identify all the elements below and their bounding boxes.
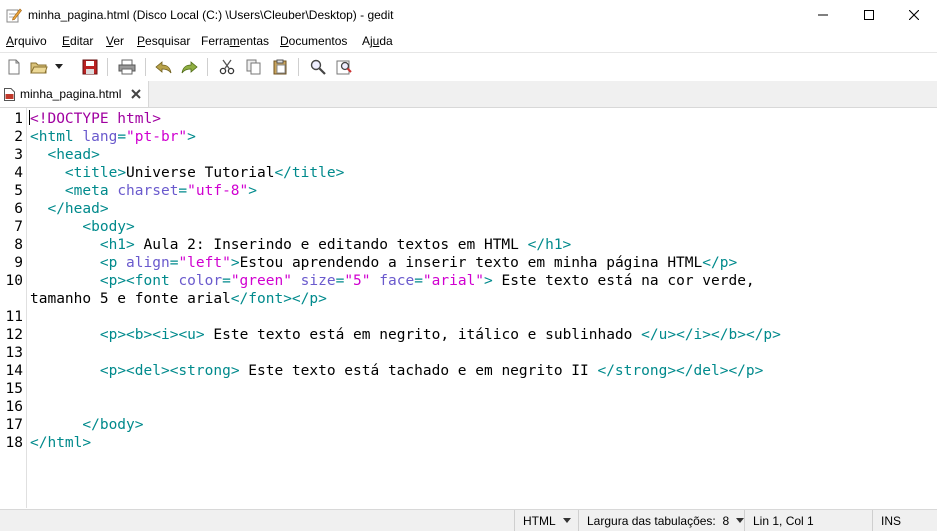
line-number: 2 [14,129,23,145]
line-number: 15 [5,381,23,397]
save-button[interactable] [80,57,100,77]
menu-bar: Arquivo Editar Ver Pesquisar Ferramentas… [0,31,937,51]
maximize-icon [864,10,874,20]
print-button[interactable] [117,57,137,77]
code-line[interactable]: <h1> Aula 2: Inserindo e editando textos… [30,236,571,254]
maximize-button[interactable] [846,0,892,30]
code-line[interactable]: <body> [30,218,134,236]
redo-icon [181,61,198,74]
copy-button[interactable] [244,57,264,77]
tab-width-value: 8 [722,513,730,528]
toolbar [0,52,937,81]
line-number: 13 [5,345,23,361]
cut-button[interactable] [217,57,237,77]
open-folder-icon [30,62,48,74]
text-cursor [29,110,30,125]
cut-icon [219,59,235,75]
undo-button[interactable] [154,57,174,77]
status-bar: HTML Largura das tabulações: 8 Lin 1, Co… [0,509,937,531]
text-editor[interactable]: 1 2 3 4 5 6 7 8 9 10 11 12 13 14 15 16 1… [0,108,937,508]
find-button[interactable] [308,57,328,77]
redo-button[interactable] [179,57,199,77]
tab-width-label: Largura das tabulações: [587,513,716,528]
menu-arquivo[interactable]: Arquivo [6,34,47,48]
code-line[interactable]: <title>Universe Tutorial</title> [30,164,344,182]
menu-ajuda[interactable]: Ajuda [362,34,393,48]
toolbar-separator [207,58,208,76]
line-number: 18 [5,435,23,451]
copy-icon [246,59,261,75]
chevron-down-icon [55,64,63,69]
scrollbar-track[interactable] [933,108,937,508]
line-number: 9 [14,255,23,271]
close-window-button[interactable] [891,0,937,30]
line-number: 3 [14,147,23,163]
menu-ver[interactable]: Ver [106,34,124,48]
code-line[interactable]: <p><del><strong> Este texto está tachado… [30,362,764,380]
code-line[interactable]: <p><b><i><u> Este texto está em negrito,… [30,326,781,344]
open-dropdown-button[interactable] [52,57,66,77]
code-line[interactable]: <html lang="pt-br"> [30,128,196,146]
print-icon [118,59,136,75]
line-number-gutter: 1 2 3 4 5 6 7 8 9 10 11 12 13 14 15 16 1… [0,108,27,508]
new-document-button[interactable] [4,57,24,77]
code-line[interactable]: <p align="left">Estou aprendendo a inser… [30,254,737,272]
tab-minha-pagina[interactable]: minha_pagina.html [0,81,149,107]
title-bar: minha_pagina.html (Disco Local (C:) \Use… [0,0,937,30]
code-area[interactable]: <!DOCTYPE html> <html lang="pt-br"> <head… [28,108,933,508]
find-replace-button[interactable] [334,57,354,77]
toolbar-separator [107,58,108,76]
save-icon [82,59,98,75]
find-replace-icon [336,60,352,75]
paste-icon [273,59,287,75]
toolbar-separator [298,58,299,76]
line-number: 7 [14,219,23,235]
close-tab-icon[interactable] [129,87,143,101]
open-button[interactable] [29,57,49,77]
code-line[interactable]: <!DOCTYPE html> [30,110,161,128]
new-document-icon [8,59,20,75]
tab-label: minha_pagina.html [20,87,122,101]
close-icon [909,10,919,20]
line-number: 4 [14,165,23,181]
line-number: 12 [5,327,23,343]
menu-documentos[interactable]: Documentos [280,34,347,48]
gedit-app-icon [6,8,22,23]
menu-editar[interactable]: Editar [62,34,93,48]
menu-ferramentas[interactable]: Ferramentas [201,34,269,48]
line-number: 17 [5,417,23,433]
code-line[interactable]: <p><font color="green" size="5" face="ar… [30,272,755,290]
code-line[interactable]: <head> [30,146,99,164]
document-tab-bar: minha_pagina.html [0,81,937,108]
code-line[interactable]: tamanho 5 e fonte arial</font></p> [30,290,327,308]
minimize-button[interactable] [800,0,846,30]
line-number: 14 [5,363,23,379]
line-number: 1 [14,111,23,127]
line-number: 11 [5,309,23,325]
search-icon [310,59,326,75]
line-number: 8 [14,237,23,253]
code-line[interactable]: </body> [30,416,143,434]
window-title: minha_pagina.html (Disco Local (C:) \Use… [28,8,394,22]
chevron-down-icon [562,518,571,523]
chevron-down-icon [736,518,745,523]
line-number: 6 [14,201,23,217]
menu-pesquisar[interactable]: Pesquisar [137,34,190,48]
code-line[interactable]: <meta charset="utf-8"> [30,182,257,200]
minimize-icon [818,14,828,16]
cursor-position: Lin 1, Col 1 [744,510,872,531]
html-file-icon [4,88,15,101]
toolbar-separator [145,58,146,76]
line-number: 10 [5,273,23,289]
language-selector[interactable]: HTML [514,510,578,531]
line-number: 5 [14,183,23,199]
insert-mode-indicator: INS [872,510,937,531]
line-number: 16 [5,399,23,415]
language-label: HTML [523,513,556,528]
code-line[interactable]: </html> [30,434,91,452]
paste-button[interactable] [270,57,290,77]
code-line[interactable]: </head> [30,200,108,218]
undo-icon [155,61,172,74]
tab-width-selector[interactable]: Largura das tabulações: 8 [578,510,745,531]
